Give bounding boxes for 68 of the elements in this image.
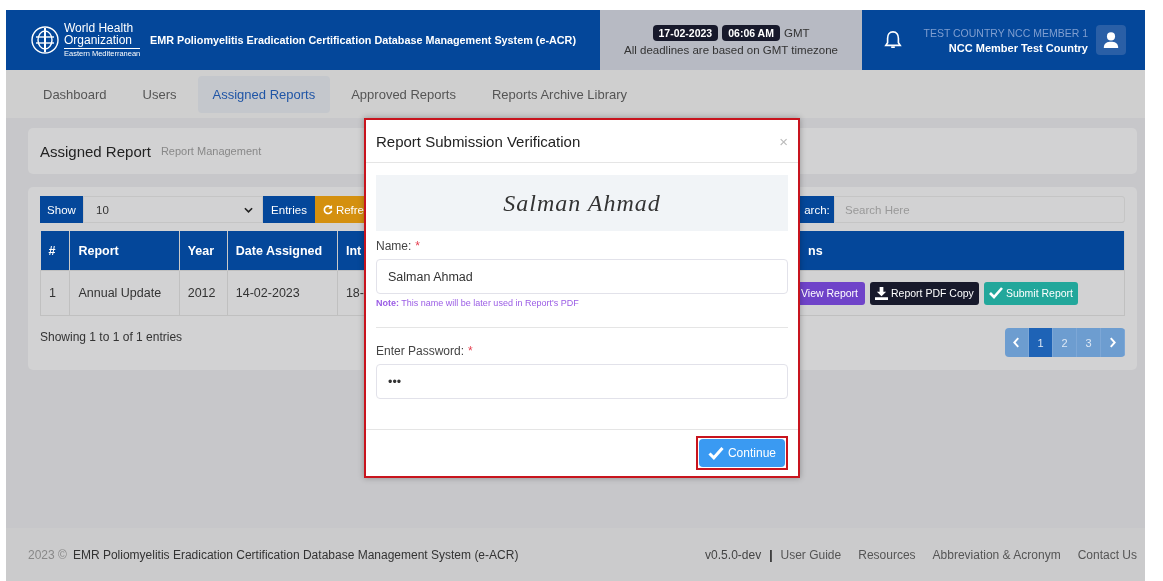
download-button[interactable]: Report PDF Copy xyxy=(870,281,979,305)
column-header: Year xyxy=(179,231,228,271)
table-cell: 14-02-2023 xyxy=(227,270,338,316)
column-header: ns xyxy=(800,231,1125,270)
view-button[interactable]: View Report xyxy=(800,281,865,305)
separator: | xyxy=(769,547,773,562)
footer-link[interactable]: User Guide xyxy=(780,547,842,562)
logo-name: Organization xyxy=(64,34,134,47)
continue-button[interactable]: Continue xyxy=(698,439,785,467)
show-label: Show xyxy=(40,196,83,223)
download-icon xyxy=(875,286,888,300)
chevron-left-icon xyxy=(1013,337,1020,348)
search-field[interactable]: Search Here xyxy=(834,196,1125,223)
user-icon xyxy=(1102,31,1120,49)
field-label: Name: xyxy=(376,239,412,253)
check-icon xyxy=(988,287,1003,299)
table-cell: 1 xyxy=(40,270,70,316)
check-icon xyxy=(707,446,724,460)
version-label: v0.5.0-dev xyxy=(705,547,762,562)
signature: Salman Ahmad xyxy=(503,189,661,217)
page-size-select[interactable]: 10 xyxy=(83,196,263,223)
note-text: Note: This name will be later used in Report's PDF xyxy=(376,298,580,308)
logo-name: World Health xyxy=(64,22,135,35)
nav-tab[interactable]: Reports Archive Library xyxy=(476,75,643,113)
nav-tab[interactable]: Users xyxy=(127,75,192,113)
refresh-button[interactable]: Refre xyxy=(315,196,364,223)
name-field[interactable]: Salman Ahmad xyxy=(376,259,788,294)
column-header: # xyxy=(40,231,70,271)
table-cell: 2012 xyxy=(179,270,228,316)
bell-icon[interactable] xyxy=(884,30,902,50)
copyright-year: 2023 © xyxy=(28,547,67,562)
timezone-label: GMT xyxy=(783,26,810,39)
user-name: NCC Member Test Country xyxy=(948,41,1088,54)
nav-tab[interactable]: Approved Reports xyxy=(336,75,471,113)
dialog-title: Report Submission Verification xyxy=(376,132,581,150)
refresh-icon xyxy=(323,204,333,215)
required-mark: * xyxy=(415,239,420,253)
footer-link[interactable]: Contact Us xyxy=(1077,547,1137,562)
submit-button[interactable]: Submit Report xyxy=(983,281,1078,305)
column-header: Int xyxy=(337,231,364,271)
column-header: Date Assigned xyxy=(227,231,338,271)
next-page-button[interactable] xyxy=(1101,328,1125,357)
deadline-note: All deadlines are based on GMT timezone xyxy=(624,43,838,56)
search-label: arch: xyxy=(800,196,834,223)
system-title: EMR Poliomyelitis Eradication Certification Database Management System (e-ACR) xyxy=(150,34,577,46)
emblem-icon xyxy=(30,25,60,55)
caret-icon xyxy=(244,206,253,213)
footer-link[interactable]: Resources xyxy=(858,547,916,562)
date-badge: 17-02-2023 xyxy=(652,24,719,41)
user-role: TEST COUNTRY NCC MEMBER 1 xyxy=(923,26,1088,39)
password-field[interactable]: ••• xyxy=(376,364,788,399)
nav-tab[interactable]: Dashboard xyxy=(28,75,122,113)
previous-page-button[interactable] xyxy=(1005,328,1029,357)
footer-title: EMR Poliomyelitis Eradication Certification Database Management System (e-ACR) xyxy=(72,547,519,562)
footer-link[interactable]: Abbreviation & Acronym xyxy=(932,547,1061,562)
entries-info: Showing 1 to 1 of 1 entries xyxy=(40,330,184,344)
page-subtitle: Report Management xyxy=(160,145,262,157)
field-label: Enter Password: xyxy=(376,344,465,358)
entries-label: Entries xyxy=(263,196,315,223)
avatar-button[interactable] xyxy=(1096,25,1126,55)
page-button[interactable]: 1 xyxy=(1029,328,1053,357)
chevron-right-icon xyxy=(1109,337,1116,348)
table-cell: Annual Update xyxy=(69,270,180,316)
time-badge: 06:06 AM xyxy=(722,24,780,41)
required-mark: * xyxy=(468,344,473,358)
column-header: Report xyxy=(69,231,180,271)
nav-tab[interactable]: Assigned Reports xyxy=(197,75,331,113)
page-title: Assigned Report xyxy=(40,142,151,160)
